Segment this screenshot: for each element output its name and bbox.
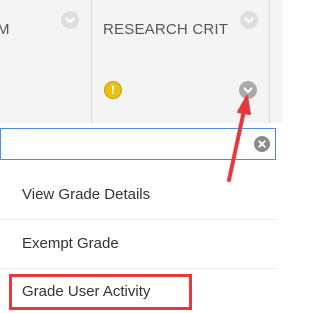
annotation-arrow [227, 95, 251, 182]
